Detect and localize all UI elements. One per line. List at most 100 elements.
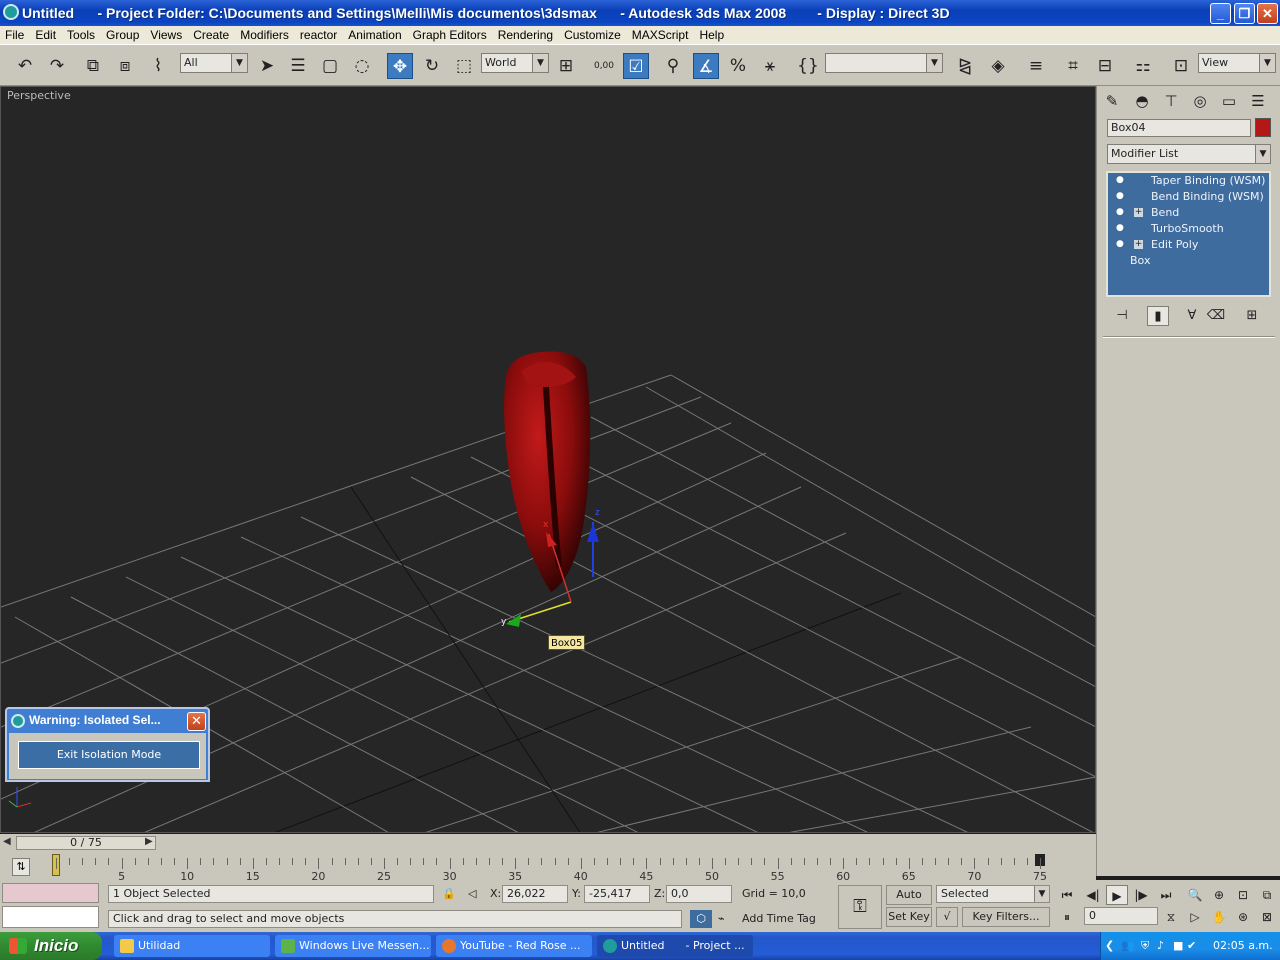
window-crossing-icon[interactable]: ◌ [349, 53, 375, 79]
menu-animation[interactable]: Animation [343, 26, 407, 44]
antivirus-icon[interactable]: ■ [1173, 932, 1183, 960]
configure-modifier-sets-icon[interactable]: ⊞ [1241, 306, 1263, 326]
close-button[interactable]: ✕ [1257, 3, 1278, 24]
layer-manager-icon[interactable]: ≡ [1023, 53, 1049, 79]
display-tab-icon[interactable]: ▭ [1217, 90, 1241, 112]
zoom-extents-all-icon[interactable]: ⧉ [1256, 885, 1278, 905]
task-3dsmax[interactable]: Untitled - Project ... [597, 935, 753, 957]
select-by-name-icon[interactable]: ☰ [285, 53, 311, 79]
zoom-icon[interactable]: 🔍 [1184, 885, 1206, 905]
clock[interactable]: 02:05 a.m. [1213, 932, 1273, 960]
menu-edit[interactable]: Edit [30, 26, 62, 44]
make-unique-icon[interactable]: ∀ [1181, 306, 1203, 326]
lightbulb-icon[interactable]: ● [1116, 207, 1125, 218]
chevron-right-icon[interactable]: ▶ [145, 836, 153, 847]
menu-help[interactable]: Help [694, 26, 730, 44]
modify-tab-icon[interactable]: ◓ [1130, 90, 1154, 112]
expand-icon[interactable]: + [1134, 240, 1143, 249]
remove-modifier-icon[interactable]: ⌫ [1205, 306, 1227, 326]
task-messenger[interactable]: Windows Live Messen... [275, 935, 431, 957]
select-and-scale-icon[interactable]: ⬚ [451, 53, 477, 79]
field-of-view-icon[interactable]: ▷ [1184, 907, 1206, 927]
reference-coord-dropdown[interactable]: World ▼ [481, 53, 549, 73]
key-mode-dropdown[interactable]: Selected ▼ [936, 885, 1050, 903]
pin-stack-icon[interactable]: ⊣ [1111, 306, 1133, 326]
menu-reactor[interactable]: reactor [295, 26, 343, 44]
bind-space-warp-icon[interactable]: ⌇ [145, 53, 171, 79]
lightbulb-icon[interactable]: ● [1116, 239, 1125, 250]
play-icon[interactable]: ▶ [1106, 885, 1128, 905]
percent-snap-icon[interactable]: % [725, 53, 751, 79]
modifier-list-dropdown[interactable]: Modifier List ▼ [1107, 144, 1271, 164]
stack-item-turbosmooth[interactable]: ● TurboSmooth [1108, 221, 1269, 237]
pan-icon[interactable]: ✋ [1208, 907, 1230, 927]
manipulate-icon[interactable]: ☑ [623, 53, 649, 79]
create-tab-icon[interactable]: ✎ [1100, 90, 1124, 112]
add-time-tag-icon[interactable]: ⌁ [718, 910, 725, 928]
mirror-icon[interactable]: ⧎ [952, 53, 978, 79]
menu-tools[interactable]: Tools [62, 26, 101, 44]
menu-graph-editors[interactable]: Graph Editors [408, 26, 493, 44]
pivot-center-icon[interactable]: ⊞ [553, 53, 579, 79]
time-tag-cube-icon[interactable]: ⬡ [690, 910, 712, 928]
task-youtube[interactable]: YouTube - Red Rose ... [436, 935, 592, 957]
previous-frame-icon[interactable]: ◀| [1082, 885, 1104, 905]
stack-item-bend-binding[interactable]: ● Bend Binding (WSM) [1108, 189, 1269, 205]
hierarchy-tab-icon[interactable]: ⊤ [1159, 90, 1183, 112]
redo-icon[interactable]: ↷ [44, 53, 70, 79]
selection-filter-dropdown[interactable]: All ▼ [180, 53, 248, 73]
key-filters-button[interactable]: Key Filters... [962, 907, 1050, 927]
rectangular-selection-icon[interactable]: ▢ [317, 53, 343, 79]
stack-item-box[interactable]: Box [1108, 253, 1269, 269]
menu-rendering[interactable]: Rendering [493, 26, 559, 44]
network-icon[interactable]: 👥 [1121, 932, 1135, 960]
status-icon[interactable]: ✔ [1187, 932, 1196, 960]
stack-item-bend[interactable]: ● + Bend [1108, 205, 1269, 221]
link-icon[interactable]: ⧉ [80, 53, 106, 79]
go-to-end-icon[interactable]: ⏭ [1155, 885, 1177, 905]
lightbulb-icon[interactable]: ● [1116, 175, 1125, 186]
stack-item-taper-binding[interactable]: ● Taper Binding (WSM) [1108, 173, 1269, 189]
orbit-icon[interactable]: ⊛ [1232, 907, 1254, 927]
maximize-viewport-icon[interactable]: ⊠ [1256, 907, 1278, 927]
absolute-mode-icon[interactable]: ◁ [468, 885, 476, 903]
lightbulb-icon[interactable]: ● [1116, 223, 1125, 234]
angle-snap-icon[interactable]: ∡ [693, 53, 719, 79]
curve-editor-icon[interactable]: ⌗ [1060, 53, 1086, 79]
menu-customize[interactable]: Customize [559, 26, 627, 44]
volume-icon[interactable]: ♪ [1157, 932, 1164, 960]
maxscript-listener-pink[interactable] [2, 883, 99, 903]
stack-item-edit-poly[interactable]: ● + Edit Poly [1108, 237, 1269, 253]
exit-isolation-button[interactable]: Exit Isolation Mode [18, 741, 200, 769]
app-icon[interactable] [3, 4, 19, 20]
named-selection-dropdown[interactable]: ▼ [825, 53, 943, 73]
show-end-result-icon[interactable]: ▮ [1147, 306, 1169, 326]
menu-maxscript[interactable]: MAXScript [627, 26, 695, 44]
key-mode-toggle-icon[interactable]: ⏸ [1056, 907, 1078, 927]
minimize-button[interactable]: _ [1210, 3, 1231, 24]
x-coordinate-field[interactable]: 26,022 [502, 885, 568, 903]
maximize-button[interactable]: ❐ [1234, 3, 1255, 24]
menu-create[interactable]: Create [188, 26, 235, 44]
set-keys-key-icon[interactable]: ⚿ [838, 885, 882, 929]
view-dropdown[interactable]: View ▼ [1198, 53, 1276, 73]
lightbulb-icon[interactable]: ● [1116, 191, 1125, 202]
set-key-button[interactable]: Set Key [886, 907, 932, 927]
render-setup-icon[interactable]: ⊡ [1168, 53, 1194, 79]
motion-tab-icon[interactable]: ◎ [1188, 90, 1212, 112]
next-frame-icon[interactable]: |▶ [1130, 885, 1152, 905]
chevron-left-icon[interactable]: ❮ [1105, 932, 1114, 960]
zoom-all-icon[interactable]: ⊕ [1208, 885, 1230, 905]
time-slider-thumb[interactable]: 0 / 75 [16, 836, 156, 850]
close-icon[interactable]: ✕ [187, 712, 206, 731]
zoom-extents-icon[interactable]: ⊡ [1232, 885, 1254, 905]
menu-modifiers[interactable]: Modifiers [235, 26, 295, 44]
spinner-snap-icon[interactable]: 0,00 [591, 53, 617, 79]
menu-group[interactable]: Group [101, 26, 145, 44]
default-in-out-tangent-icon[interactable]: √ [936, 907, 958, 927]
z-coordinate-field[interactable]: 0,0 [666, 885, 732, 903]
align-icon[interactable]: ◈ [985, 53, 1011, 79]
chevron-left-icon[interactable]: ◀ [3, 836, 11, 847]
y-coordinate-field[interactable]: -25,417 [584, 885, 650, 903]
task-utilidad[interactable]: Utilidad [114, 935, 270, 957]
